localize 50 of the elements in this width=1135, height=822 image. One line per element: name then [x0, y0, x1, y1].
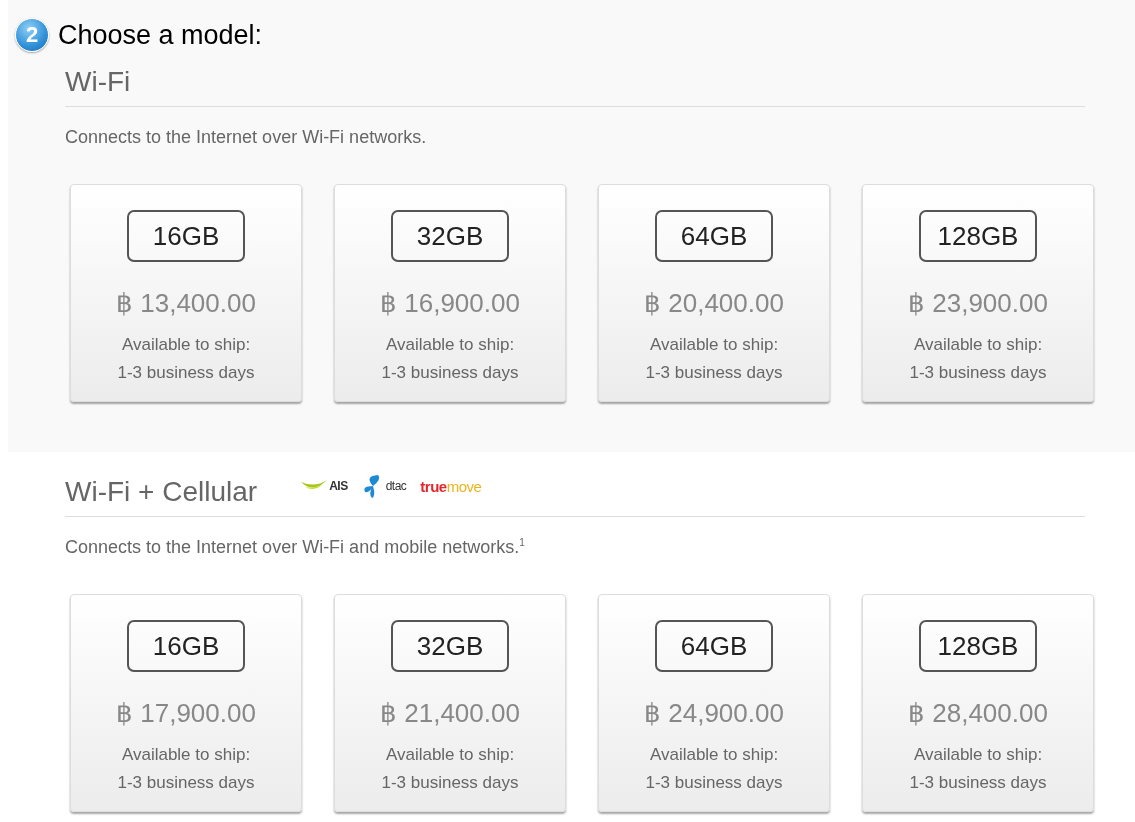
- carrier-logo-text: move: [446, 477, 482, 495]
- section-heading: Wi-Fi: [65, 66, 131, 98]
- carrier-logo-text: true: [420, 477, 447, 495]
- capacity-button[interactable]: 128GB: [919, 620, 1037, 672]
- capacity-button[interactable]: 16GB: [127, 620, 245, 672]
- shipping-label: Available to ship:: [121, 744, 251, 766]
- step-title: Choose a model:: [58, 19, 263, 51]
- shipping-time: 1-3 business days: [909, 362, 1047, 384]
- price: ฿ 23,900.00: [908, 288, 1048, 319]
- shipping-label: Available to ship:: [649, 744, 779, 766]
- model-card[interactable]: 128GB ฿ 23,900.00 Available to ship: 1-3 business days: [862, 184, 1094, 402]
- shipping-label: Available to ship:: [649, 334, 779, 356]
- carrier-logo-text: dtac: [385, 479, 407, 493]
- shipping-time: 1-3 business days: [645, 362, 783, 384]
- model-card[interactable]: 16GB ฿ 13,400.00 Available to ship: 1-3 business days: [70, 184, 302, 402]
- shipping-label: Available to ship:: [385, 744, 515, 766]
- model-card[interactable]: 64GB ฿ 20,400.00 Available to ship: 1-3 business days: [598, 184, 830, 402]
- model-card[interactable]: 16GB ฿ 17,900.00 Available to ship: 1-3 business days: [70, 594, 302, 812]
- capacity-button[interactable]: 32GB: [391, 210, 509, 262]
- capacity-button[interactable]: 64GB: [655, 620, 773, 672]
- capacity-button[interactable]: 64GB: [655, 210, 773, 262]
- price: ฿ 13,400.00: [116, 288, 256, 319]
- shipping-time: 1-3 business days: [117, 772, 255, 794]
- capacity-button[interactable]: 16GB: [127, 210, 245, 262]
- capacity-button[interactable]: 32GB: [391, 620, 509, 672]
- shipping-label: Available to ship:: [913, 334, 1043, 356]
- section-description: Connects to the Internet over Wi-Fi networks.: [65, 127, 428, 148]
- price: ฿ 20,400.00: [644, 288, 784, 319]
- shipping-label: Available to ship:: [913, 744, 1043, 766]
- model-card[interactable]: 64GB ฿ 24,900.00 Available to ship: 1-3 business days: [598, 594, 830, 812]
- price: ฿ 21,400.00: [380, 698, 520, 729]
- capacity-button[interactable]: 128GB: [919, 210, 1037, 262]
- shipping-time: 1-3 business days: [645, 772, 783, 794]
- shipping-label: Available to ship:: [121, 334, 251, 356]
- carrier-logo-text: AIS: [329, 479, 348, 493]
- model-card[interactable]: 128GB ฿ 28,400.00 Available to ship: 1-3 business days: [862, 594, 1094, 812]
- step-number-badge: 2: [15, 18, 49, 52]
- shipping-label: Available to ship:: [385, 334, 515, 356]
- price: ฿ 28,400.00: [908, 698, 1048, 729]
- price: ฿ 17,900.00: [116, 698, 256, 729]
- section-heading: Wi-Fi + Cellular: [65, 476, 258, 508]
- shipping-time: 1-3 business days: [909, 772, 1047, 794]
- price: ฿ 16,900.00: [380, 288, 520, 319]
- model-card[interactable]: 32GB ฿ 16,900.00 Available to ship: 1-3 business days: [334, 184, 566, 402]
- price: ฿ 24,900.00: [644, 698, 784, 729]
- shipping-time: 1-3 business days: [381, 772, 519, 794]
- shipping-time: 1-3 business days: [381, 362, 519, 384]
- section-description: Connects to the Internet over Wi-Fi and mobile networks.$^{1}$: [65, 537, 526, 558]
- model-card[interactable]: 32GB ฿ 21,400.00 Available to ship: 1-3 business days: [334, 594, 566, 812]
- shipping-time: 1-3 business days: [117, 362, 255, 384]
